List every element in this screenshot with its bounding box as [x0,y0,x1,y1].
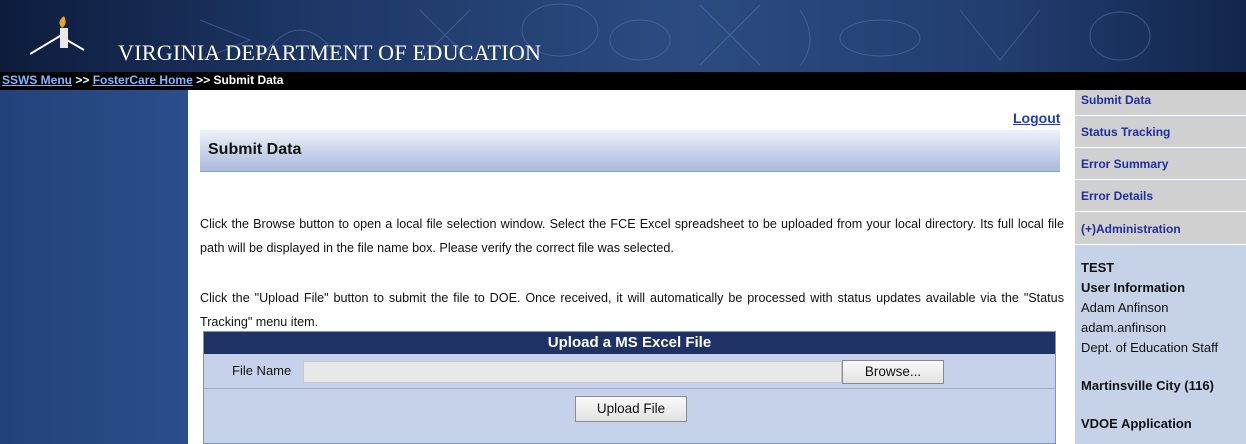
header-banner: VIRGINIA DEPARTMENT OF EDUCATION [0,0,1246,72]
breadcrumb-separator: >> [75,73,90,87]
vdoe-logo-icon [30,16,85,55]
user-info-heading: User Information [1081,280,1186,295]
section-header: Submit Data [200,130,1060,172]
application-label: VDOE Application [1081,416,1192,431]
sidebar-item-error-details[interactable]: Error Details [1075,181,1246,212]
file-name-input[interactable] [303,361,842,383]
page-title: Submit Data [208,141,302,158]
browse-button[interactable]: Browse... [842,360,944,384]
sidebar-item-error-summary[interactable]: Error Summary [1075,149,1246,180]
left-panel [0,90,188,444]
breadcrumb-fostercare-home[interactable]: FosterCare Home [93,73,193,87]
file-name-label: File Name [232,363,292,378]
environment-label: TEST [1081,260,1115,275]
sidebar-item-status-tracking[interactable]: Status Tracking [1075,117,1246,148]
user-role: Dept. of Education Staff [1081,340,1219,355]
instructions-upload: Click the "Upload File" button to submit… [200,291,1064,329]
file-row: File Name Browse... [204,354,1055,389]
user-login: adam.anfinson [1081,320,1167,335]
sidebar-item-submit-data[interactable]: Submit Data [1075,90,1246,116]
instructions-browse: Click the Browse button to open a local … [200,217,1064,255]
user-info-panel: TEST User Information Adam Anfinson adam… [1081,258,1241,434]
upload-panel: Upload a MS Excel File File Name Browse.… [203,331,1056,444]
sidebar-item-administration[interactable]: (+)Administration [1075,212,1246,245]
sidebar-item-label: (+)Administration [1081,222,1181,236]
sidebar-item-label: Error Details [1081,189,1154,203]
breadcrumb-ssws-menu[interactable]: SSWS Menu [2,73,72,87]
upload-panel-title: Upload a MS Excel File [204,332,1055,354]
site-title: VIRGINIA DEPARTMENT OF EDUCATION [118,40,542,65]
breadcrumb-current: Submit Data [213,73,284,87]
sidebar-item-label: Error Summary [1081,157,1169,171]
sidebar-item-label: Submit Data [1081,93,1152,107]
breadcrumb-separator: >> [196,73,211,87]
breadcrumb: SSWS Menu >> FosterCare Home >> Submit D… [0,72,1246,90]
upload-row: Upload File [204,389,1055,425]
user-name: Adam Anfinson [1081,300,1169,315]
logout-link[interactable]: Logout [1013,110,1060,126]
sidebar-item-label: Status Tracking [1081,125,1171,139]
division-label: Martinsville City (116) [1081,378,1214,393]
upload-file-button[interactable]: Upload File [575,396,687,422]
